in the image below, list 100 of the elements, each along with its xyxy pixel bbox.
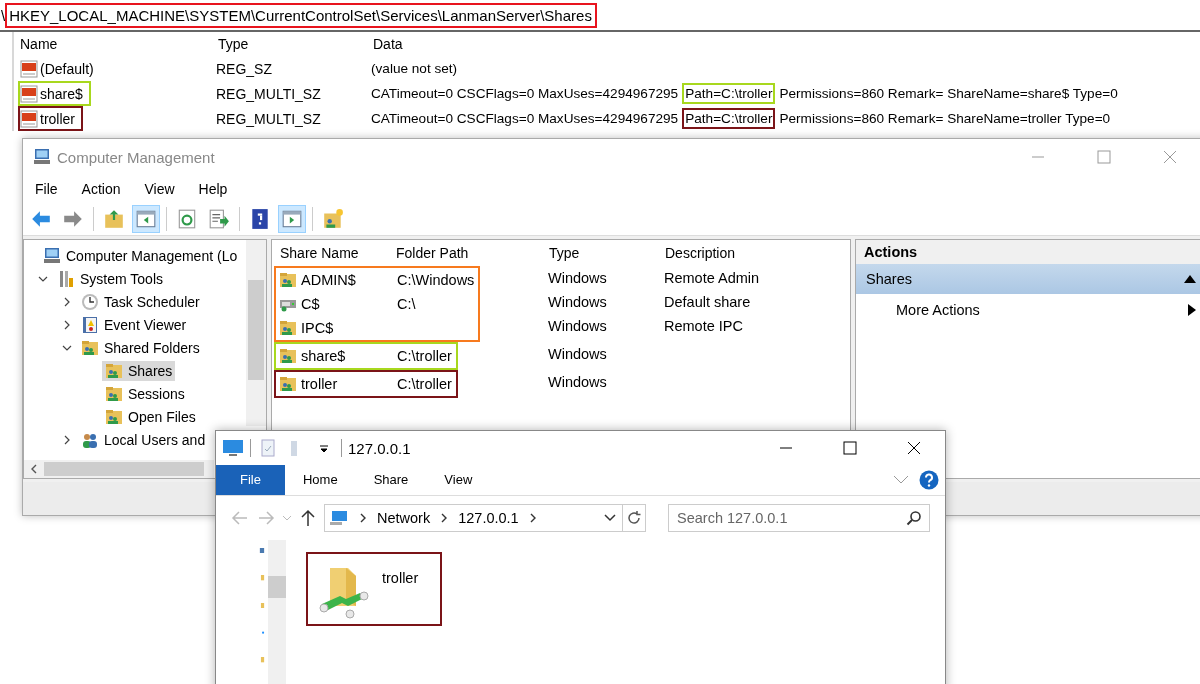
menu-item[interactable]: File <box>35 181 58 197</box>
folder-path: C:\troller <box>397 376 452 392</box>
share-name[interactable]: C$ <box>301 296 320 312</box>
tree-item[interactable]: Open Files <box>102 406 199 427</box>
folder-path: C:\troller <box>397 348 452 364</box>
tree-item[interactable]: Task Scheduler <box>78 291 203 312</box>
refresh-icon <box>176 208 198 230</box>
actions-section[interactable]: Shares <box>856 264 1200 294</box>
folder-up-icon <box>103 208 125 230</box>
tree-item[interactable]: Event Viewer <box>78 314 190 335</box>
column-header[interactable]: Type <box>218 36 373 52</box>
pane-icon <box>135 208 157 230</box>
scrollbar[interactable] <box>246 240 266 426</box>
column-header[interactable]: Name <box>20 36 218 52</box>
value-data: CATimeout=0 CSCFlags=0 MaxUses=4294967295 <box>371 86 679 101</box>
tree-item[interactable]: Shares <box>102 360 176 381</box>
chevron-icon[interactable] <box>359 513 367 523</box>
column-header[interactable]: Share Name <box>280 245 396 261</box>
address-bar[interactable]: Network 127.0.0.1 <box>324 504 646 532</box>
folder-name: troller <box>382 570 419 586</box>
tree-item[interactable]: Local Users and <box>78 429 209 450</box>
folder-path: C:\Windows <box>397 272 475 288</box>
scrollbar[interactable] <box>24 460 214 478</box>
value-data: Permissions=860 Remark= ShareName=share$ Type=0 <box>779 86 1118 101</box>
tree-item[interactable]: Sessions <box>102 383 188 404</box>
folder-tile[interactable]: troller <box>306 552 442 626</box>
tree-label: Open Files <box>128 408 196 425</box>
share-name[interactable]: troller <box>301 376 338 392</box>
ribbon-tab[interactable]: View <box>426 465 491 495</box>
shared-folder-icon <box>279 271 297 289</box>
value-data: Permissions=860 Remark= ShareName=troller Type=0 <box>779 111 1111 126</box>
value-name[interactable]: troller <box>40 110 75 127</box>
column-header[interactable]: Data <box>373 36 1200 52</box>
chevron-icon[interactable] <box>528 513 537 523</box>
chevron-icon[interactable] <box>604 514 616 522</box>
tree-label: Sessions <box>128 385 185 402</box>
value-name[interactable]: share$ <box>40 85 83 102</box>
network-icon <box>329 509 349 527</box>
shared-folder-icon <box>279 375 297 393</box>
path-separator: \ <box>0 6 6 24</box>
tree-item[interactable]: Computer Management (Lo <box>40 245 241 266</box>
search-field[interactable]: Search 127.0.0.1 <box>668 504 930 532</box>
window-title: 127.0.0.1 <box>348 439 411 457</box>
new-share-icon <box>322 208 344 230</box>
scrollbar[interactable] <box>268 540 286 684</box>
computer-icon <box>43 246 61 265</box>
ribbon-tab[interactable]: Share <box>355 465 427 495</box>
breadcrumb[interactable]: 127.0.0.1 <box>458 510 519 526</box>
share-name[interactable]: ADMIN$ <box>301 272 356 288</box>
maximize-icon[interactable] <box>843 441 857 455</box>
share-type: Windows <box>548 270 608 286</box>
menu-item[interactable]: View <box>144 181 175 197</box>
shared-folder-icon <box>105 361 123 380</box>
action-label: More Actions <box>896 302 980 318</box>
help-icon[interactable] <box>919 470 939 490</box>
share-type: Windows <box>548 318 608 334</box>
column-header[interactable]: Description <box>665 245 850 261</box>
tree-label: System Tools <box>80 270 163 287</box>
help-book-icon <box>249 208 271 230</box>
ribbon-tab[interactable]: File <box>216 465 285 495</box>
search-icon <box>906 510 922 526</box>
tree-item[interactable]: Shared Folders <box>78 337 203 358</box>
tree-item[interactable]: System Tools <box>54 268 166 289</box>
column-header[interactable]: Type <box>549 245 665 261</box>
value-name[interactable]: (Default) <box>40 60 94 77</box>
refresh-icon[interactable] <box>626 510 642 526</box>
tree-label: Local Users and <box>104 431 206 448</box>
folder-path: C:\ <box>397 296 416 312</box>
menu-item[interactable]: Action <box>81 181 121 197</box>
shared-folder-icon <box>279 347 297 365</box>
close-icon[interactable] <box>907 441 921 455</box>
share-type: Windows <box>548 294 608 310</box>
tree-label: Computer Management (Lo <box>66 247 238 264</box>
scroll-left-icon[interactable] <box>30 464 38 474</box>
clock-icon <box>81 292 99 311</box>
value-type: REG_SZ <box>216 60 273 77</box>
share-description: Remote IPC <box>664 318 743 334</box>
value-data: (value not set) <box>371 61 458 76</box>
share-name[interactable]: share$ <box>301 348 346 364</box>
key-path: HKEY_LOCAL_MACHINE\SYSTEM\CurrentControlSet\Services\LanmanServer\Shares <box>5 2 597 28</box>
ribbon-tab[interactable]: Home <box>284 465 356 495</box>
string-value-icon <box>20 59 38 78</box>
breadcrumb[interactable]: Network <box>377 510 431 526</box>
value-type: REG_MULTI_SZ <box>216 110 322 127</box>
menu-item[interactable]: Help <box>198 181 228 197</box>
string-value-icon <box>20 109 38 128</box>
shared-folder-icon <box>279 319 297 337</box>
chevron-icon[interactable] <box>62 296 72 307</box>
share-description: Default share <box>664 294 751 310</box>
chevron-icon[interactable] <box>440 513 449 523</box>
highlighted-path: Path=C:\troller <box>682 108 776 129</box>
shared-folder-icon <box>81 338 99 357</box>
share-description: Remote Admin <box>664 270 760 286</box>
share-name[interactable]: IPC$ <box>301 320 334 336</box>
action-item[interactable]: More Actions <box>856 294 1200 326</box>
chevron-icon[interactable] <box>62 319 72 330</box>
pane-icon <box>281 208 303 230</box>
column-header[interactable]: Folder Path <box>396 245 549 261</box>
value-type: REG_MULTI_SZ <box>216 85 322 102</box>
chevron-icon[interactable] <box>62 434 72 445</box>
